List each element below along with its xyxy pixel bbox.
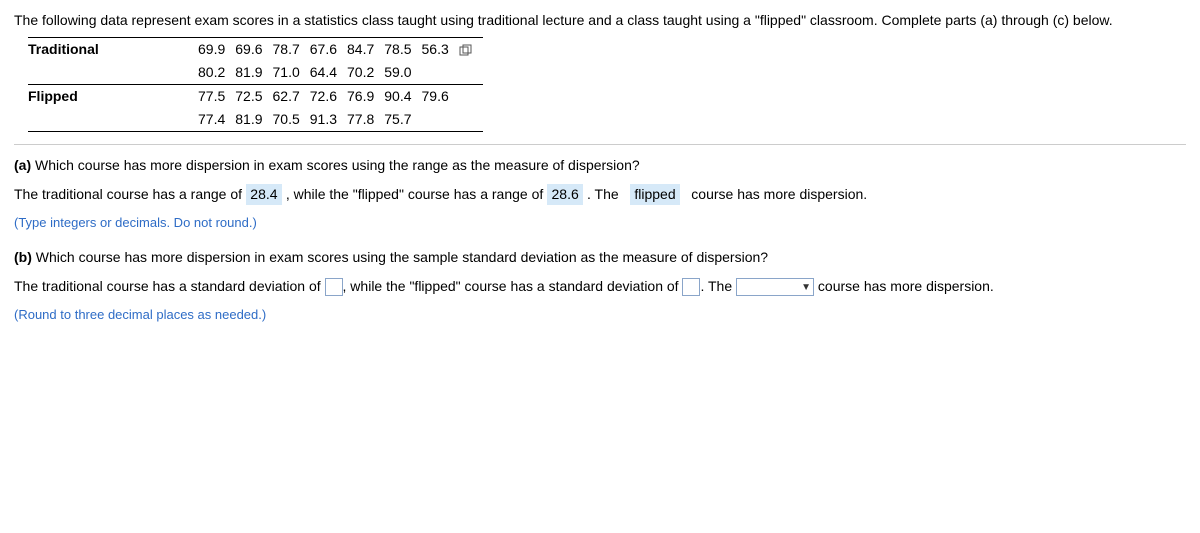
- cell: 91.3: [310, 108, 347, 132]
- cell: 72.6: [310, 85, 347, 109]
- cell: 77.5: [198, 85, 235, 109]
- cell: 56.3: [422, 38, 483, 62]
- cell: 77.8: [347, 108, 384, 132]
- row-label-traditional: Traditional: [28, 38, 198, 62]
- cell: 90.4: [384, 85, 421, 109]
- cell: [422, 108, 483, 132]
- answer-a: The traditional course has a range of 28…: [14, 184, 1186, 205]
- cell: 72.5: [235, 85, 272, 109]
- cell: [422, 61, 483, 85]
- hint-a: (Type integers or decimals. Do not round…: [14, 213, 1186, 233]
- more-dispersion-a: flipped: [630, 184, 679, 205]
- chevron-down-icon: ▼: [801, 280, 811, 295]
- cell: 69.6: [235, 38, 272, 62]
- more-dispersion-b-select[interactable]: ▼: [736, 278, 814, 296]
- cell: 84.7: [347, 38, 384, 62]
- answer-b: The traditional course has a standard de…: [14, 276, 1186, 297]
- question-b: (b) Which course has more dispersion in …: [14, 247, 1186, 268]
- hint-b: (Round to three decimal places as needed…: [14, 305, 1186, 325]
- cell: 80.2: [198, 61, 235, 85]
- cell: 75.7: [384, 108, 421, 132]
- cell: 64.4: [310, 61, 347, 85]
- part-label-b: (b): [14, 249, 32, 265]
- range-flipped: 28.6: [547, 184, 583, 205]
- cell: 69.9: [198, 38, 235, 62]
- cell: 70.5: [273, 108, 310, 132]
- cell: 77.4: [198, 108, 235, 132]
- divider: [14, 144, 1186, 145]
- part-label-a: (a): [14, 157, 31, 173]
- cell: 71.0: [273, 61, 310, 85]
- sd-flipped-input[interactable]: [682, 278, 700, 296]
- problem-intro: The following data represent exam scores…: [14, 10, 1186, 31]
- question-a: (a) Which course has more dispersion in …: [14, 155, 1186, 176]
- data-table: Traditional 69.9 69.6 78.7 67.6 84.7 78.…: [28, 37, 483, 132]
- cell: 76.9: [347, 85, 384, 109]
- cell: 81.9: [235, 108, 272, 132]
- cell: 78.7: [273, 38, 310, 62]
- cell: 79.6: [422, 85, 483, 109]
- cell: 70.2: [347, 61, 384, 85]
- cell: 81.9: [235, 61, 272, 85]
- cell: 78.5: [384, 38, 421, 62]
- range-traditional: 28.4: [246, 184, 282, 205]
- cell: 67.6: [310, 38, 347, 62]
- sd-traditional-input[interactable]: [325, 278, 343, 296]
- copy-icon[interactable]: [459, 44, 473, 56]
- cell: 59.0: [384, 61, 421, 85]
- cell: 62.7: [273, 85, 310, 109]
- row-label-flipped: Flipped: [28, 85, 198, 109]
